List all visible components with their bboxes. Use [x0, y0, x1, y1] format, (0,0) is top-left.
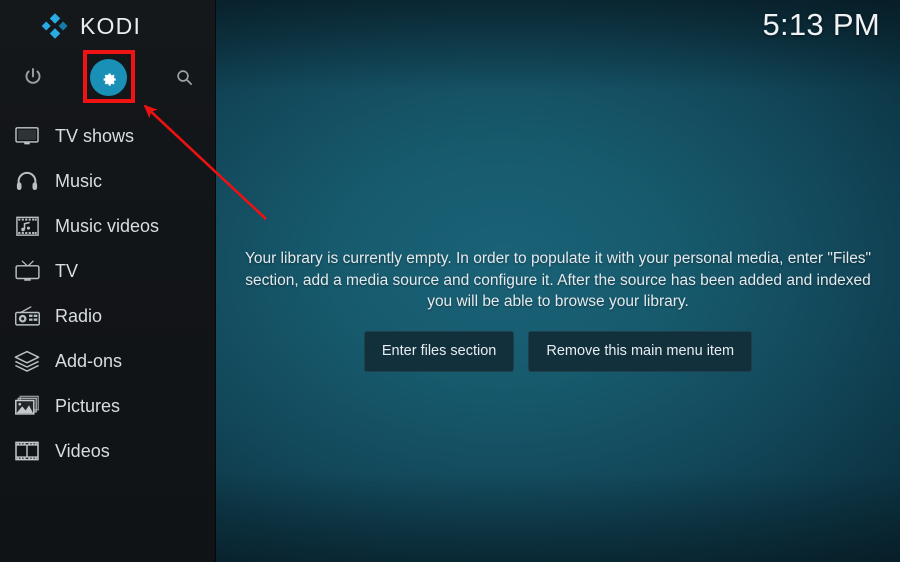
sidebar-item-label: Videos: [55, 440, 110, 461]
kodi-logo-icon: [41, 13, 68, 39]
sidebar-item-label: Add-ons: [55, 350, 123, 371]
sidebar-item-videos[interactable]: Videos: [0, 428, 216, 473]
sidebar-item-music-videos[interactable]: Music videos: [0, 203, 216, 248]
sidebar: KODI TV shows Music Music videos TV Radi…: [0, 0, 216, 562]
sidebar-item-label: Music videos: [55, 215, 160, 236]
film-strip-icon: [12, 436, 42, 466]
sidebar-item-label: Pictures: [55, 395, 121, 416]
gear-circle: [89, 58, 127, 96]
remove-main-menu-item-button[interactable]: Remove this main menu item: [528, 330, 753, 372]
addons-box-icon: [12, 346, 42, 376]
sidebar-item-pictures[interactable]: Pictures: [0, 383, 216, 428]
settings-gear-button[interactable]: [81, 50, 135, 104]
television-icon: [12, 256, 42, 286]
clock: 5:13 PM: [762, 7, 880, 42]
kodi-home-screen: 5:13 PM Your library is currently empty.…: [0, 0, 900, 562]
sidebar-item-radio[interactable]: Radio: [0, 293, 216, 338]
search-button[interactable]: [157, 50, 211, 104]
sidebar-item-label: Radio: [55, 305, 103, 326]
sidebar-item-tv[interactable]: TV: [0, 248, 216, 293]
enter-files-section-button[interactable]: Enter files section: [363, 330, 515, 372]
pictures-icon: [12, 391, 42, 421]
music-video-icon: [12, 211, 42, 241]
headphones-icon: [12, 166, 42, 196]
power-icon: [25, 67, 41, 84]
search-icon: [176, 69, 192, 85]
sidebar-item-label: Music: [55, 170, 103, 191]
radio-icon: [12, 301, 42, 331]
sidebar-item-label: TV shows: [55, 125, 135, 146]
empty-library-panel: Your library is currently empty. In orde…: [232, 248, 884, 372]
app-title: KODI: [80, 13, 142, 39]
gear-icon: [103, 72, 116, 86]
empty-library-message: Your library is currently empty. In orde…: [244, 250, 872, 310]
empty-library-actions: Enter files section Remove this main men…: [232, 330, 884, 372]
sidebar-item-label: TV: [55, 260, 79, 281]
app-logo: KODI: [40, 11, 141, 41]
sidebar-item-tv-shows[interactable]: TV shows: [0, 113, 216, 158]
sidebar-menu: TV shows Music Music videos TV Radio Add…: [0, 113, 216, 473]
sidebar-item-add-ons[interactable]: Add-ons: [0, 338, 216, 383]
sidebar-item-music[interactable]: Music: [0, 158, 216, 203]
power-button[interactable]: [6, 50, 60, 104]
sidebar-top-actions: [0, 50, 216, 104]
tv-monitor-icon: [12, 121, 42, 151]
